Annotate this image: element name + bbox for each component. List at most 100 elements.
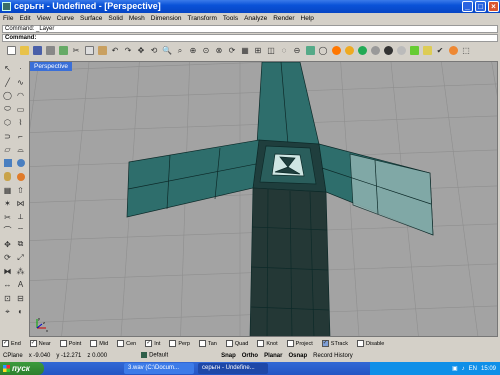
four-views-icon[interactable]: ▦ — [239, 44, 251, 57]
zoom-extents-icon[interactable]: ⊕ — [187, 44, 199, 57]
osnap-checkbox[interactable] — [257, 340, 265, 347]
osnap-checkbox[interactable]: ✓ — [2, 340, 9, 347]
grid-icon[interactable]: ⊞ — [252, 44, 264, 57]
osnap-checkbox[interactable] — [225, 340, 233, 347]
osnap-checkbox[interactable] — [286, 340, 294, 347]
freeform-icon[interactable]: ⌇ — [14, 116, 27, 130]
osnap-disable[interactable]: Disable — [357, 340, 390, 347]
menu-dimension[interactable]: Dimension — [148, 14, 185, 24]
light-icon[interactable] — [395, 44, 407, 57]
material-icon[interactable] — [369, 44, 381, 57]
osnap-checkbox[interactable] — [90, 340, 98, 347]
polygon-icon[interactable]: ⬡ — [1, 116, 14, 130]
new-icon[interactable] — [5, 44, 17, 57]
plane-icon[interactable]: ▱ — [1, 143, 14, 157]
osnap-project[interactable]: Project — [286, 340, 319, 347]
osnap-cen[interactable]: Cen — [117, 340, 142, 347]
ortho-toggle[interactable]: Ortho — [239, 353, 261, 359]
osnap-checkbox[interactable] — [59, 340, 67, 347]
plugin-icon[interactable] — [408, 44, 420, 57]
join-icon[interactable]: ⋈ — [14, 197, 27, 211]
sphere-icon[interactable] — [382, 44, 394, 57]
group-icon[interactable]: ⊡ — [1, 292, 14, 306]
wireframe-icon[interactable]: ◯ — [317, 44, 329, 57]
select-all-icon[interactable]: ◫ — [265, 44, 277, 57]
render-icon[interactable] — [343, 44, 355, 57]
taskbar-item-rhino[interactable]: серьгн - Undefine... — [198, 363, 268, 374]
osnap-checkbox[interactable]: ✓ — [145, 340, 153, 347]
undo-icon[interactable]: ↶ — [109, 44, 121, 57]
perspective-viewport[interactable]: Perspective y x z — [29, 61, 498, 337]
box-icon[interactable] — [1, 157, 14, 171]
menu-view[interactable]: View — [34, 14, 54, 24]
analyze-icon[interactable]: ⬚ — [460, 44, 472, 57]
menu-transform[interactable]: Transform — [185, 14, 220, 24]
hide-icon[interactable]: ◌ — [278, 44, 290, 57]
help-icon[interactable] — [447, 44, 459, 57]
osnap-checkbox[interactable] — [117, 340, 125, 347]
osnap-int[interactable]: ✓ Int — [145, 340, 166, 347]
menu-curve[interactable]: Curve — [54, 14, 77, 24]
curve-icon[interactable]: ∿ — [14, 76, 27, 90]
osnap-end[interactable]: ✓ End — [2, 340, 27, 347]
extrude-icon[interactable]: ⇧ — [14, 184, 27, 198]
layer-icon[interactable] — [304, 44, 316, 57]
dimension-icon[interactable]: ↔ — [1, 278, 14, 292]
taskbar-item-player[interactable]: 3.wav (C:\Docum... — [124, 363, 194, 374]
zoom-dynamic-icon[interactable]: 🔍 — [161, 44, 173, 57]
osnap-point[interactable]: Point — [59, 340, 88, 347]
osnap-perp[interactable]: Perp — [169, 340, 196, 347]
analyze-left-icon[interactable]: ⌖ — [1, 305, 14, 319]
fillet-edge-icon[interactable]: ⌒ — [1, 224, 14, 238]
start-button[interactable]: пуск — [0, 362, 44, 375]
circle-icon[interactable]: ◯ — [1, 89, 14, 103]
mesh-icon[interactable]: ▦ — [1, 184, 14, 198]
menu-help[interactable]: Help — [298, 14, 317, 24]
zoom-selected-icon[interactable]: ⊙ — [200, 44, 212, 57]
osnap-mid[interactable]: Mid — [90, 340, 114, 347]
polyline-icon[interactable]: ╱ — [1, 76, 14, 90]
copy-icon[interactable] — [83, 44, 95, 57]
maximize-button[interactable]: □ — [475, 1, 486, 12]
command-line[interactable]: Command: — [2, 34, 498, 42]
language-indicator[interactable]: EN — [469, 366, 477, 372]
shaded-icon[interactable] — [330, 44, 342, 57]
undo-view-icon[interactable]: ⟳ — [226, 44, 238, 57]
copy-object-icon[interactable]: ⧉ — [14, 238, 27, 252]
close-button[interactable]: × — [488, 1, 499, 12]
menu-file[interactable]: File — [0, 14, 16, 24]
zoom-all-icon[interactable]: ⊗ — [213, 44, 225, 57]
osnap-knot[interactable]: Knot — [257, 340, 283, 347]
render-preview-icon[interactable] — [356, 44, 368, 57]
osnap-checkbox[interactable] — [169, 340, 177, 347]
split-icon[interactable]: ⟂ — [14, 211, 27, 225]
viewport-title-tab[interactable]: Perspective — [30, 62, 72, 71]
boolean-icon[interactable] — [14, 170, 27, 184]
cylinder-icon[interactable] — [1, 170, 14, 184]
rotate-view-icon[interactable]: ⟲ — [148, 44, 160, 57]
lock-icon[interactable]: ⊖ — [291, 44, 303, 57]
osnap-tan[interactable]: Tan — [198, 340, 223, 347]
pan-icon[interactable]: ✥ — [135, 44, 147, 57]
properties-icon[interactable] — [57, 44, 69, 57]
planar-toggle[interactable]: Planar — [261, 353, 285, 359]
chamfer-icon[interactable]: ⌔ — [14, 224, 27, 238]
sphere-solid-icon[interactable] — [14, 157, 27, 171]
osnap-toggle[interactable]: Osnap — [285, 353, 310, 359]
loft-icon[interactable]: ⌓ — [14, 143, 27, 157]
osnap-checkbox[interactable] — [357, 340, 364, 347]
snap-toggle[interactable]: Snap — [218, 353, 239, 359]
ungroup-icon[interactable]: ⊟ — [14, 292, 27, 306]
title-bar[interactable]: серьгн - Undefined - [Perspective] _ □ × — [0, 0, 500, 13]
redo-icon[interactable]: ↷ — [122, 44, 134, 57]
menu-surface[interactable]: Surface — [77, 14, 105, 24]
osnap-near[interactable]: ✓ Near — [29, 340, 57, 347]
array-icon[interactable]: ⁂ — [14, 265, 27, 279]
osnap-checkbox[interactable] — [198, 340, 206, 347]
move-icon[interactable]: ✥ — [1, 238, 14, 252]
menu-mesh[interactable]: Mesh — [126, 14, 148, 24]
tray-volume-icon[interactable]: ♪ — [462, 366, 465, 372]
zoom-window-icon[interactable]: ⌕ — [174, 44, 186, 57]
cut-icon[interactable]: ✂ — [70, 44, 82, 57]
save-icon[interactable] — [31, 44, 43, 57]
